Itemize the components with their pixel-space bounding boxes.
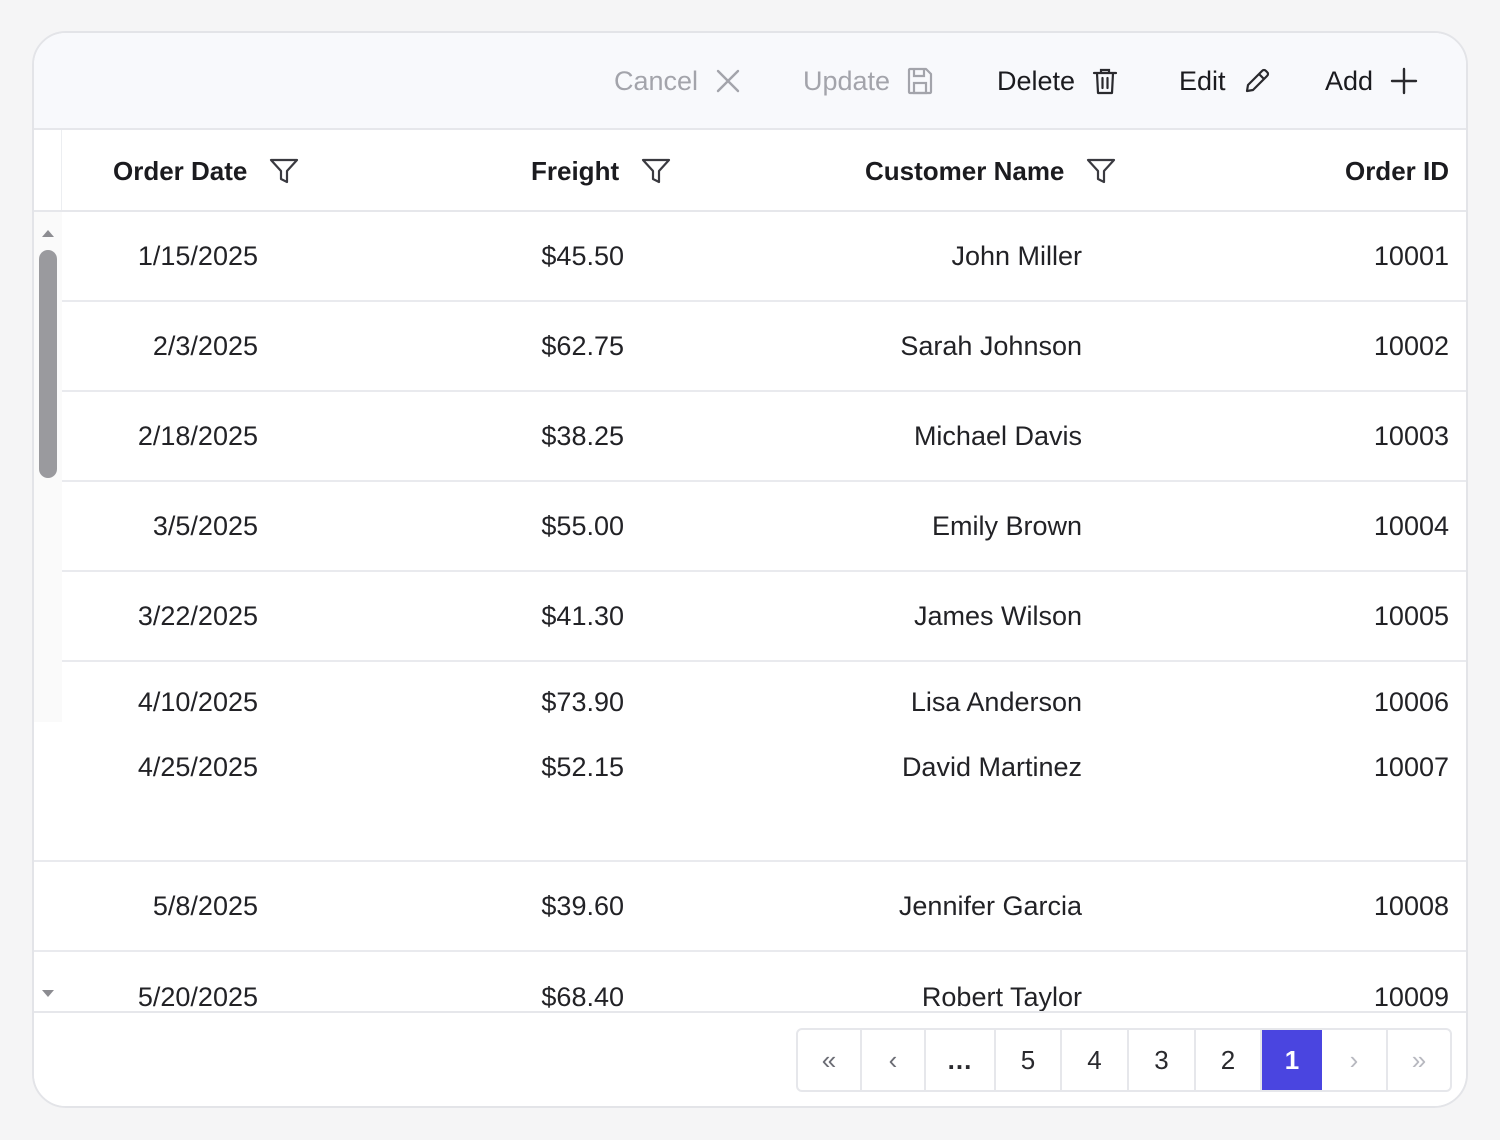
edit-label: Edit bbox=[1179, 65, 1226, 96]
cell-order-date: 2/18/2025 bbox=[137, 420, 258, 451]
header-order-id[interactable]: Order ID bbox=[1345, 154, 1449, 188]
cell-freight: $39.60 bbox=[541, 890, 624, 921]
cell-order-id: 10004 bbox=[1373, 510, 1449, 541]
trash-icon bbox=[1091, 66, 1119, 96]
table-row[interactable]: 4/25/2025 $52.15 David Martinez 10007 bbox=[34, 742, 1466, 862]
cancel-button[interactable]: Cancel bbox=[614, 63, 742, 99]
pagination: « ‹ ... 5 4 3 2 1 › » bbox=[796, 1028, 1452, 1092]
table-row[interactable]: 4/10/2025 $73.90 Lisa Anderson 10006 bbox=[62, 662, 1466, 742]
header-order-date-label: Order Date bbox=[113, 155, 248, 186]
cell-order-id: 10008 bbox=[1373, 890, 1449, 921]
table-row[interactable]: 3/5/2025 $55.00 Emily Brown 10004 bbox=[62, 482, 1466, 572]
cell-order-date: 5/8/2025 bbox=[152, 890, 258, 921]
table-row[interactable]: 5/8/2025 $39.60 Jennifer Garcia 10008 bbox=[34, 862, 1466, 952]
cell-order-id: 10001 bbox=[1373, 240, 1449, 271]
header-customer-name-label: Customer Name bbox=[865, 155, 1065, 186]
cancel-label: Cancel bbox=[614, 65, 699, 96]
table-row[interactable]: 1/15/2025 $45.50 John Miller 10001 bbox=[62, 212, 1466, 302]
cell-customer-name: John Miller bbox=[951, 240, 1082, 271]
cell-order-date: 1/15/2025 bbox=[137, 240, 258, 271]
vertical-scrollbar-thumb[interactable] bbox=[39, 250, 57, 478]
header-customer-name[interactable]: Customer Name bbox=[865, 154, 1116, 188]
first-page-button[interactable]: « bbox=[798, 1030, 862, 1090]
add-button[interactable]: Add bbox=[1325, 63, 1419, 99]
table-row[interactable]: 2/3/2025 $62.75 Sarah Johnson 10002 bbox=[62, 302, 1466, 392]
filter-icon[interactable] bbox=[269, 157, 299, 185]
update-label: Update bbox=[803, 65, 891, 96]
cell-order-date: 3/22/2025 bbox=[137, 600, 258, 631]
page-button-1-current[interactable]: 1 bbox=[1262, 1030, 1322, 1090]
cell-customer-name: David Martinez bbox=[901, 751, 1082, 782]
cell-order-id: 10007 bbox=[1373, 751, 1449, 782]
update-button[interactable]: Update bbox=[803, 63, 934, 99]
page-button-4[interactable]: 4 bbox=[1062, 1030, 1129, 1090]
cell-order-id: 10002 bbox=[1373, 330, 1449, 361]
cell-customer-name: Emily Brown bbox=[931, 510, 1082, 541]
header-freight-label: Freight bbox=[531, 155, 620, 186]
pager-ellipsis[interactable]: ... bbox=[926, 1030, 996, 1090]
table-row[interactable]: 3/22/2025 $41.30 James Wilson 10005 bbox=[62, 572, 1466, 662]
cell-order-date: 3/5/2025 bbox=[152, 510, 258, 541]
cell-freight: $62.75 bbox=[541, 330, 624, 361]
filter-icon[interactable] bbox=[1086, 157, 1116, 185]
grid-footer: « ‹ ... 5 4 3 2 1 › » bbox=[34, 1011, 1466, 1106]
cell-customer-name: Lisa Anderson bbox=[910, 686, 1082, 717]
cell-customer-name: James Wilson bbox=[913, 600, 1082, 631]
cell-order-date: 2/3/2025 bbox=[152, 330, 258, 361]
cell-freight: $55.00 bbox=[541, 510, 624, 541]
cell-freight: $45.50 bbox=[541, 240, 624, 271]
pencil-icon bbox=[1242, 66, 1272, 96]
prev-page-button[interactable]: ‹ bbox=[862, 1030, 926, 1090]
page-button-3[interactable]: 3 bbox=[1129, 1030, 1196, 1090]
grid-header: Order Date Freight Customer Name Order I… bbox=[34, 130, 1466, 212]
data-grid: Cancel Update Delete Edit Add Order Date… bbox=[32, 31, 1468, 1108]
grid-body: 1/15/2025 $45.50 John Miller 10001 2/3/2… bbox=[34, 212, 1466, 1012]
cell-freight: $38.25 bbox=[541, 420, 624, 451]
header-order-id-label: Order ID bbox=[1344, 155, 1449, 186]
header-freight[interactable]: Freight bbox=[531, 154, 671, 188]
cell-order-date: 4/25/2025 bbox=[137, 751, 258, 782]
delete-label: Delete bbox=[997, 65, 1076, 96]
delete-button[interactable]: Delete bbox=[997, 63, 1119, 99]
save-icon bbox=[906, 66, 934, 96]
cell-order-date: 4/10/2025 bbox=[137, 686, 258, 717]
cell-customer-name: Sarah Johnson bbox=[900, 330, 1082, 361]
cell-order-id: 10003 bbox=[1373, 420, 1449, 451]
close-icon bbox=[714, 67, 742, 95]
table-row[interactable]: 2/18/2025 $38.25 Michael Davis 10003 bbox=[62, 392, 1466, 482]
cell-order-id: 10005 bbox=[1373, 600, 1449, 631]
header-gutter-divider bbox=[61, 130, 62, 210]
last-page-button[interactable]: » bbox=[1388, 1030, 1450, 1090]
page-button-2[interactable]: 2 bbox=[1196, 1030, 1262, 1090]
edit-button[interactable]: Edit bbox=[1179, 63, 1272, 99]
next-page-button[interactable]: › bbox=[1322, 1030, 1388, 1090]
header-order-date[interactable]: Order Date bbox=[113, 154, 299, 188]
cell-customer-name: Jennifer Garcia bbox=[898, 890, 1082, 921]
cell-freight: $41.30 bbox=[541, 600, 624, 631]
scroll-up-arrow-icon[interactable] bbox=[41, 225, 55, 243]
grid-toolbar: Cancel Update Delete Edit Add bbox=[34, 33, 1466, 130]
cell-freight: $73.90 bbox=[541, 686, 624, 717]
add-label: Add bbox=[1325, 65, 1374, 96]
cell-freight: $52.15 bbox=[541, 751, 624, 782]
scroll-down-arrow-icon[interactable] bbox=[41, 986, 55, 1004]
plus-icon bbox=[1389, 66, 1419, 96]
cell-order-id: 10006 bbox=[1373, 686, 1449, 717]
filter-icon[interactable] bbox=[641, 157, 671, 185]
cell-customer-name: Michael Davis bbox=[913, 420, 1082, 451]
page-button-5[interactable]: 5 bbox=[996, 1030, 1062, 1090]
